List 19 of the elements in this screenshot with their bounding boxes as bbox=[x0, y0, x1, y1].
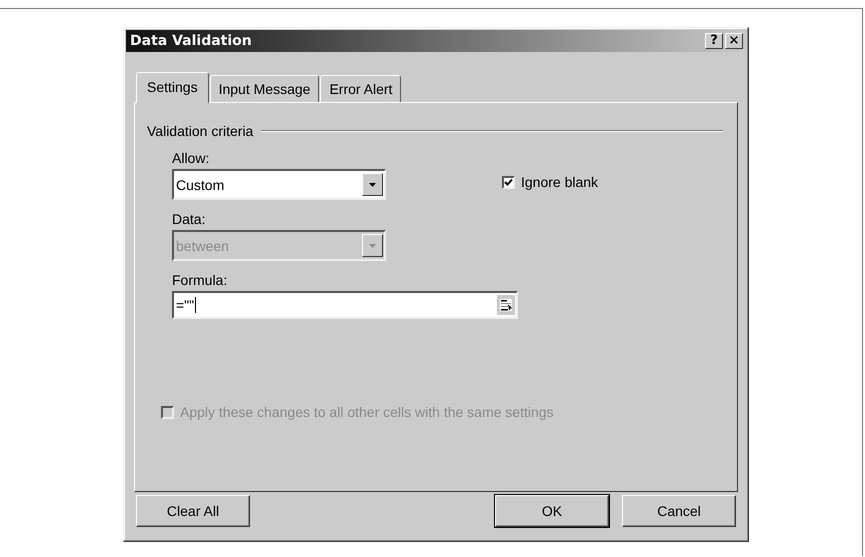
formula-field[interactable]: ="" bbox=[172, 291, 518, 319]
checkbox-label: Ignore blank bbox=[521, 174, 598, 190]
group-title: Validation criteria bbox=[147, 123, 254, 139]
tab[interactable]: Input Message bbox=[210, 75, 320, 102]
dialog-button[interactable]: OK bbox=[495, 495, 609, 527]
dialog-button[interactable]: Cancel bbox=[622, 495, 736, 527]
dialog-button[interactable]: Clear All bbox=[136, 495, 250, 527]
tab[interactable]: Error Alert bbox=[320, 75, 402, 102]
field-label: Formula: bbox=[172, 271, 228, 289]
dropdown[interactable]: Custom bbox=[172, 169, 386, 200]
close-button[interactable]: × bbox=[725, 33, 743, 49]
checkbox-label: Apply these changes to all other cells with the same settings bbox=[180, 404, 554, 420]
tab[interactable]: Settings bbox=[136, 72, 209, 103]
range-select-icon[interactable] bbox=[497, 295, 515, 315]
checkbox[interactable] bbox=[502, 176, 515, 188]
field-label: Data: bbox=[172, 210, 206, 228]
window-title: Data Validation bbox=[130, 33, 252, 49]
field-label: Allow: bbox=[172, 149, 210, 167]
help-button[interactable]: ? bbox=[705, 33, 723, 49]
